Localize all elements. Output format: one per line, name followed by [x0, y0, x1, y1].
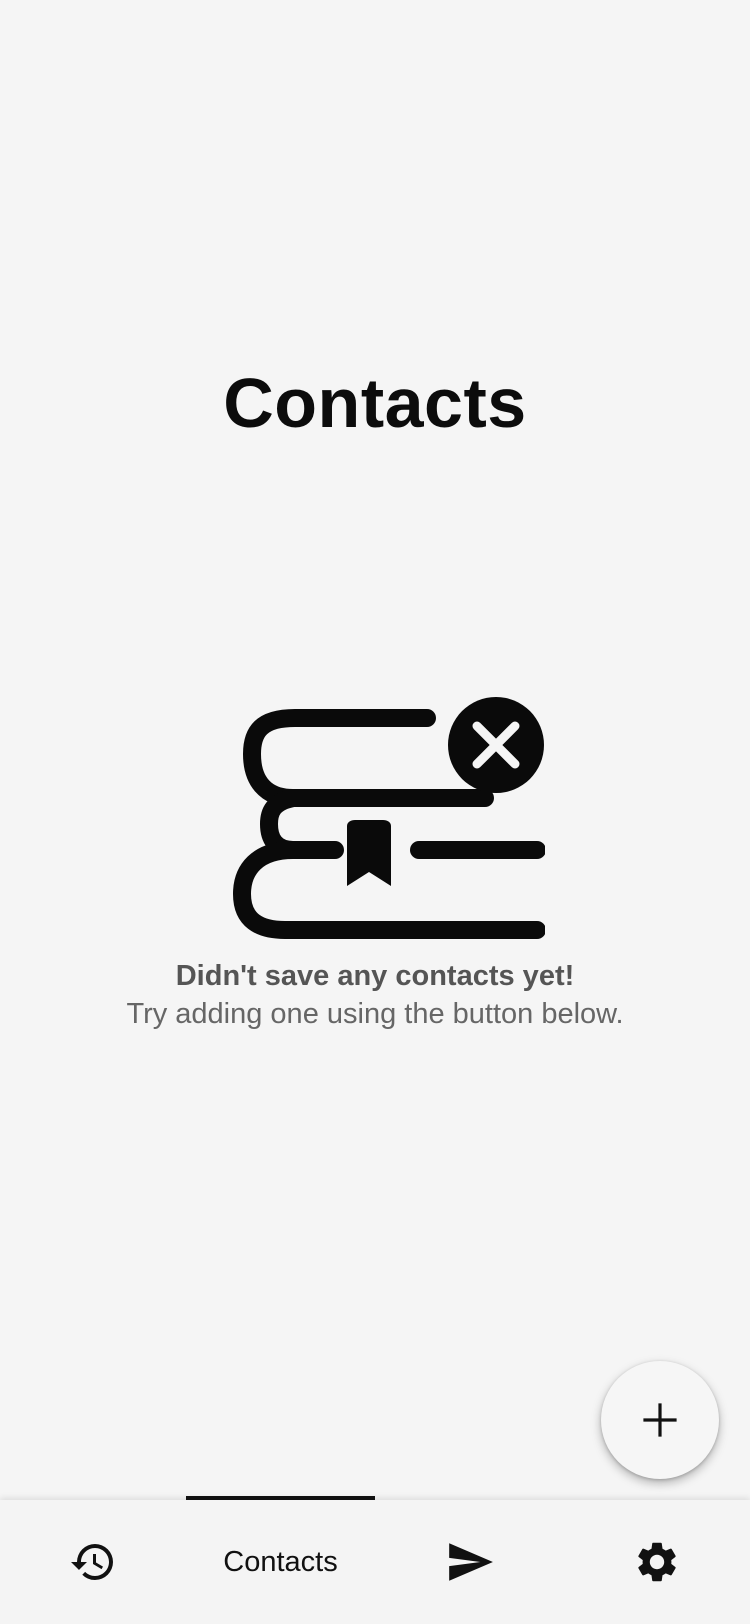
empty-state-subtext: Try adding one using the button below. — [126, 997, 624, 1030]
page-title: Contacts — [223, 363, 527, 442]
books-x-icon — [232, 697, 545, 939]
tab-contacts-label: Contacts — [223, 1545, 338, 1578]
gear-icon — [638, 1542, 676, 1582]
bottom-navigation: Contacts — [0, 1496, 750, 1624]
tab-settings[interactable] — [564, 1500, 750, 1624]
tab-contacts[interactable]: Contacts — [186, 1500, 375, 1624]
history-icon — [71, 1544, 113, 1580]
empty-state: Didn't save any contacts yet! Try adding… — [0, 690, 750, 1033]
empty-state-heading: Didn't save any contacts yet! — [175, 960, 575, 992]
tab-history[interactable] — [0, 1500, 186, 1624]
send-icon — [448, 1543, 493, 1581]
add-contact-button[interactable] — [601, 1361, 719, 1479]
tab-send[interactable] — [375, 1500, 564, 1624]
plus-icon — [643, 1403, 677, 1437]
